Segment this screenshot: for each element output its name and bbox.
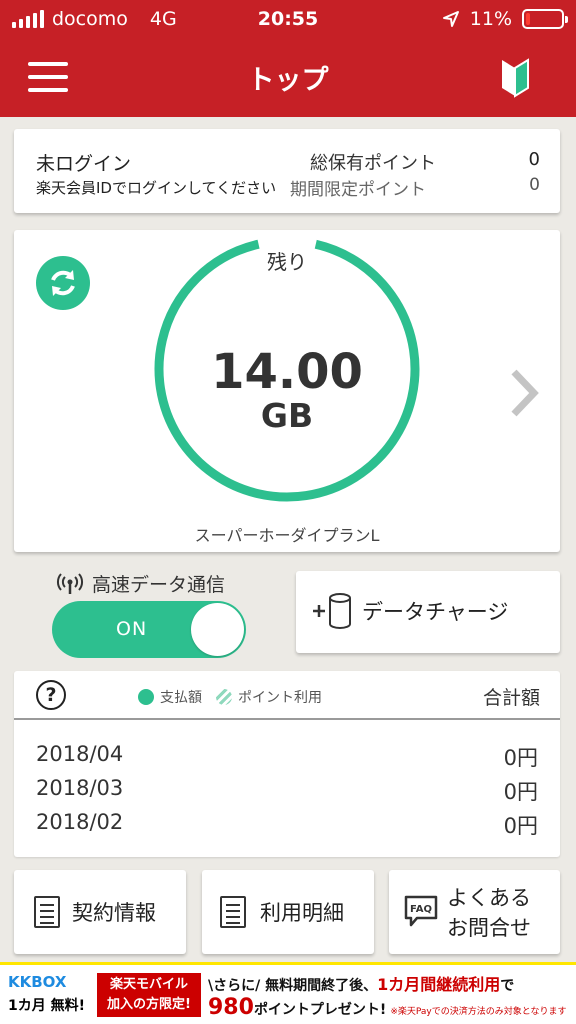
document-icon <box>34 896 60 928</box>
data-charge-button[interactable]: データチャージ <box>296 571 560 653</box>
kkbox-logo: KKBOX 1カ月 無料! <box>8 973 92 1021</box>
billing-month: 2018/02 <box>36 810 124 834</box>
rakuten-badge-line1: 楽天モバイル <box>109 977 188 992</box>
high-speed-label: 高速データ通信 <box>92 574 226 596</box>
promo-banner[interactable]: KKBOX 1カ月 無料! 楽天モバイル 加入の方限定! \さらに/ 無料期間終… <box>0 962 576 1024</box>
promo-points: 980 <box>208 995 254 1020</box>
limited-points-value: 0 <box>529 175 540 195</box>
location-arrow-icon <box>442 11 459 27</box>
promo-points-suffix: ポイントプレゼント! <box>253 1002 387 1018</box>
usage-statement-label: 利用明細 <box>260 901 344 925</box>
contract-info-button[interactable]: 契約情報 <box>14 870 186 954</box>
billing-header: ? 支払額 ポイント利用 合計額 <box>14 671 560 720</box>
total-points-value: 0 <box>528 149 540 170</box>
plan-name: スーパーホーダイプランL <box>194 526 380 545</box>
document-icon <box>220 896 246 928</box>
points-legend-swatch <box>216 689 232 705</box>
antenna-icon <box>57 572 83 594</box>
billing-amount: 0円 <box>503 780 538 804</box>
promo-suffix: で <box>500 978 515 994</box>
paid-legend-swatch <box>138 689 154 705</box>
usage-statement-button[interactable]: 利用明細 <box>202 870 374 954</box>
billing-month: 2018/03 <box>36 776 124 800</box>
login-prompt[interactable]: 楽天会員IDでログインしてください <box>36 177 276 198</box>
rakuten-badge: 楽天モバイル 加入の方限定! <box>97 973 201 1017</box>
app-header: docomo 4G 20:55 11% トップ <box>0 0 576 117</box>
kkbox-offer: 1カ月 無料! <box>8 998 85 1014</box>
data-usage-card[interactable]: 残り 14.00 GB スーパーホーダイプランL <box>14 230 560 552</box>
status-bar: docomo 4G 20:55 11% <box>0 0 576 40</box>
login-status: 未ログイン <box>36 153 132 175</box>
account-card[interactable]: 未ログイン 楽天会員IDでログインしてください 総保有ポイント 期間限定ポイント… <box>14 129 560 213</box>
data-charge-label: データチャージ <box>362 600 509 624</box>
add-data-icon <box>313 593 351 629</box>
promo-text: \さらに/ 無料期間終了後、1カ月間継続利用で 980ポイントプレゼント! ※楽天… <box>208 971 572 1023</box>
billing-card: ? 支払額 ポイント利用 合計額 2018/04 0円 2018/03 0円 2… <box>14 671 560 857</box>
points-legend-label: ポイント利用 <box>238 690 322 706</box>
nav-bar: トップ <box>0 40 576 117</box>
promo-note: ※楽天Payでの決済方法のみ対象となります <box>390 1007 567 1017</box>
faq-button[interactable]: FAQ よくある お問合せ <box>389 870 560 954</box>
high-speed-label-row: 高速データ通信 <box>56 570 225 597</box>
total-label: 合計額 <box>482 687 540 709</box>
contract-info-label: 契約情報 <box>72 901 156 925</box>
toggle-state: ON <box>116 618 148 640</box>
total-points-label: 総保有ポイント <box>310 153 436 174</box>
faq-badge-text: FAQ <box>410 904 432 915</box>
remaining-label: 残り <box>267 250 307 274</box>
paid-legend-label: 支払額 <box>160 690 202 706</box>
faq-label-line2: お問合せ <box>447 916 531 940</box>
rakuten-badge-line2: 加入の方限定! <box>107 997 191 1012</box>
page-title: トップ <box>247 65 329 96</box>
remaining-data-unit: GB <box>260 396 314 435</box>
promo-prefix: \さらに/ 無料期間終了後、 <box>208 978 378 994</box>
promo-highlight: 1カ月間継続利用 <box>377 975 501 994</box>
battery-percent: 11% <box>469 8 512 30</box>
billing-amount: 0円 <box>503 814 538 838</box>
chevron-right-icon[interactable] <box>506 366 542 420</box>
faq-icon: FAQ <box>404 895 438 927</box>
billing-legend: 支払額 ポイント利用 <box>138 687 322 707</box>
billing-month: 2018/04 <box>36 742 124 766</box>
faq-label-line1: よくある <box>447 886 531 910</box>
toggle-knob[interactable] <box>191 603 244 656</box>
battery-icon <box>522 9 568 29</box>
beginner-mark-icon[interactable] <box>500 58 530 98</box>
remaining-data-value: 14.00 <box>211 344 363 400</box>
high-speed-toggle[interactable]: ON <box>52 601 246 658</box>
kkbox-name: KKBOX <box>8 973 67 991</box>
help-icon[interactable]: ? <box>36 680 66 710</box>
billing-amount: 0円 <box>503 746 538 770</box>
limited-points-label: 期間限定ポイント <box>290 180 426 200</box>
